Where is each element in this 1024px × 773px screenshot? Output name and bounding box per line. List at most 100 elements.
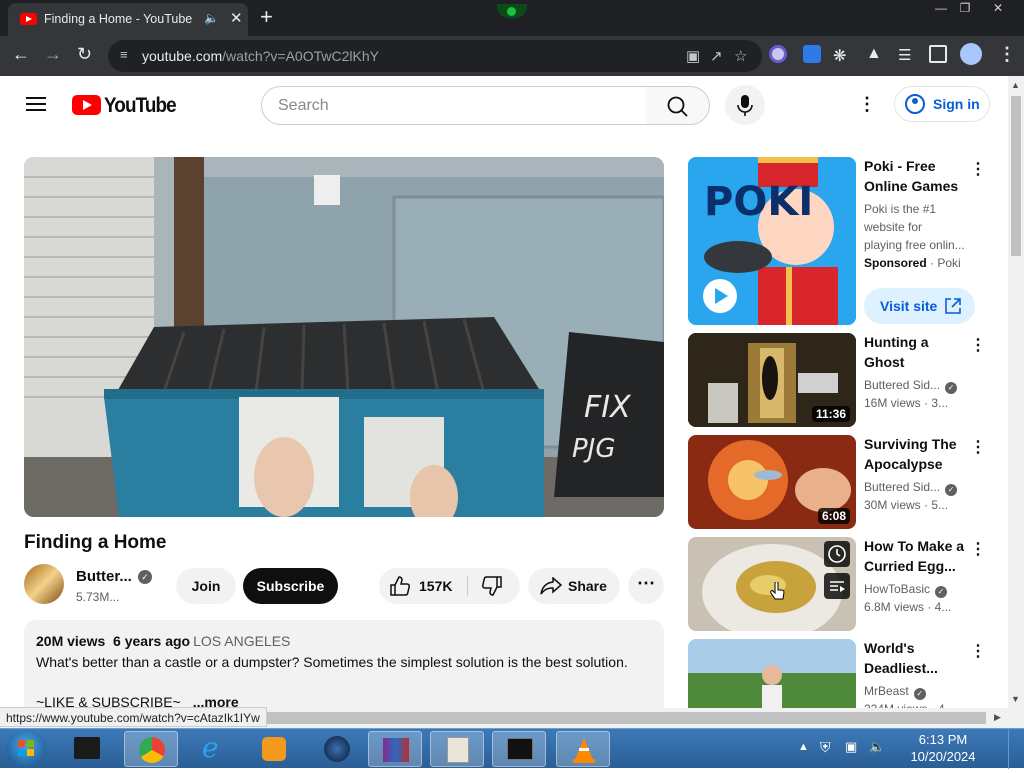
video-menu-icon[interactable]: ⋮: [970, 437, 986, 457]
video-menu-icon[interactable]: ⋮: [970, 539, 986, 559]
video-channel-2[interactable]: Buttered Sid... ✓: [864, 478, 958, 496]
video-title-3[interactable]: How To Make a Curried Egg...: [864, 536, 974, 576]
new-tab-icon[interactable]: +: [260, 4, 273, 30]
horizontal-scrollbar-thumb[interactable]: [266, 712, 986, 724]
install-app-icon[interactable]: ▣: [686, 47, 700, 65]
search-input[interactable]: [278, 95, 628, 117]
forward-icon[interactable]: →: [44, 44, 62, 65]
media-player-icon: [262, 737, 286, 761]
profile-avatar-icon[interactable]: [960, 43, 982, 65]
taskbar-vlc[interactable]: [556, 731, 610, 767]
video-thumbnail-surviving-apocalypse[interactable]: 6:08: [688, 435, 856, 529]
video-title-4[interactable]: World's Deadliest...: [864, 638, 974, 678]
scroll-down-arrow-icon[interactable]: ▼: [1011, 694, 1020, 704]
restore-button[interactable]: ❐: [950, 0, 980, 18]
hamburger-menu-icon[interactable]: [26, 97, 46, 111]
video-channel-1[interactable]: Buttered Sid... ✓: [864, 376, 958, 394]
taskbar-internet-explorer[interactable]: e: [188, 731, 242, 767]
show-desktop-button[interactable]: [1008, 729, 1024, 769]
chrome-menu-icon[interactable]: ⋮: [998, 44, 1016, 65]
visit-site-button[interactable]: Visit site: [864, 288, 975, 324]
subscribe-button[interactable]: Subscribe: [243, 568, 338, 604]
show-more-link[interactable]: ...more: [193, 694, 239, 708]
like-count[interactable]: 157K: [419, 578, 452, 594]
site-info-icon[interactable]: ≡: [120, 47, 128, 62]
side-panel-icon[interactable]: [929, 45, 947, 63]
video-title-2[interactable]: Surviving The Apocalypse: [864, 434, 974, 474]
watch-later-button[interactable]: [824, 541, 850, 567]
start-button[interactable]: [6, 730, 46, 768]
video-meta-1: 16M views · 3...: [864, 396, 949, 410]
vertical-scrollbar[interactable]: ▲ ▼: [1008, 76, 1024, 708]
channel-avatar[interactable]: [24, 564, 64, 604]
tray-volume-icon[interactable]: 🔈: [869, 739, 885, 755]
tray-expand-icon[interactable]: ▲: [798, 741, 809, 753]
dislike-thumbs-down-icon[interactable]: [481, 576, 503, 596]
taskbar-cmd[interactable]: [492, 731, 546, 767]
tab-title: Finding a Home - YouTube: [44, 12, 193, 26]
video-title-1[interactable]: Hunting a Ghost: [864, 332, 974, 372]
share-button[interactable]: Share: [528, 568, 620, 604]
join-button[interactable]: Join: [176, 568, 236, 604]
channel-name[interactable]: Butter...: [76, 568, 132, 585]
audio-playing-icon[interactable]: 🔈: [204, 11, 219, 25]
vlc-cone-icon: [573, 738, 595, 763]
share-page-icon[interactable]: ↗: [710, 47, 723, 65]
reload-icon[interactable]: ↻: [77, 44, 92, 65]
youtube-logo-text: YouTube: [104, 94, 177, 117]
youtube-favicon-icon: [20, 13, 37, 25]
tray-shield-icon[interactable]: ⛨: [820, 739, 831, 756]
video-player[interactable]: FIX PJG: [24, 157, 664, 517]
taskbar-app-1[interactable]: [60, 731, 114, 767]
taskbar-app-globe[interactable]: [310, 731, 364, 767]
taskbar-chrome[interactable]: [124, 731, 178, 767]
video-channel-3[interactable]: HowToBasic ✓: [864, 580, 948, 598]
more-actions-icon[interactable]: ⋯: [628, 568, 664, 604]
search-icon: [667, 96, 688, 117]
extensions-puzzle-icon[interactable]: ❋: [833, 46, 846, 66]
taskbar-media-player[interactable]: [248, 731, 302, 767]
ad-title[interactable]: Poki - Free Online Games: [864, 156, 974, 196]
youtube-page: YouTube ⋮ Sign in: [0, 76, 1008, 708]
taskbar-app-files[interactable]: [430, 731, 484, 767]
share-label: Share: [568, 578, 607, 594]
search-box: [261, 86, 647, 125]
scroll-up-arrow-icon[interactable]: ▲: [1011, 80, 1020, 90]
video-menu-icon[interactable]: ⋮: [970, 335, 986, 355]
voice-search-button[interactable]: [725, 85, 765, 125]
ad-sponsor-name: · Poki: [930, 256, 961, 270]
scroll-right-arrow-icon[interactable]: ▶: [994, 712, 1001, 723]
system-clock[interactable]: 6:13 PM 10/20/2024: [898, 731, 988, 765]
browser-tab[interactable]: Finding a Home - YouTube 🔈 ✕: [8, 3, 248, 36]
back-icon[interactable]: ←: [12, 44, 30, 65]
address-bar[interactable]: ≡ youtube.com/watch?v=A0OTwC2lKhY ▣ ↗ ☆: [108, 40, 762, 72]
video-thumbnail-hunting-ghost[interactable]: 11:36: [688, 333, 856, 427]
bookmark-star-icon[interactable]: ☆: [734, 47, 747, 65]
location-tag[interactable]: LOS ANGELES: [193, 633, 290, 649]
tray-network-icon[interactable]: ▣: [845, 739, 857, 755]
window-close-button[interactable]: ✕: [983, 0, 1013, 18]
taskbar-winrar[interactable]: [368, 731, 422, 767]
settings-kebab-icon[interactable]: ⋮: [858, 94, 876, 115]
ad-menu-icon[interactable]: ⋮: [970, 159, 986, 179]
extension-1-icon[interactable]: [769, 45, 787, 63]
video-thumbnail-worlds-deadliest[interactable]: [688, 639, 856, 708]
video-menu-icon[interactable]: ⋮: [970, 641, 986, 661]
extension-2-icon[interactable]: [803, 45, 821, 63]
browser-toolbar: ← → ↻ ≡ youtube.com/watch?v=A0OTwC2lKhY …: [0, 36, 1024, 76]
labs-flask-icon[interactable]: ▲: [866, 45, 882, 63]
like-thumbs-up-icon[interactable]: [389, 576, 411, 596]
add-to-queue-button[interactable]: [824, 573, 850, 599]
upload-age: 6 years ago: [113, 633, 191, 649]
scrollbar-thumb[interactable]: [1011, 96, 1021, 256]
tab-close-icon[interactable]: ✕: [230, 9, 243, 27]
description-box[interactable]: 20M views 6 years ago LOS ANGELES What's …: [24, 620, 664, 708]
search-button[interactable]: [646, 86, 710, 125]
media-controls-icon[interactable]: ☰: [898, 46, 911, 64]
channel-name-3: HowToBasic: [864, 582, 931, 596]
ad-thumbnail[interactable]: POKI: [688, 157, 856, 325]
url-path: /watch?v=A0OTwC2lKhY: [222, 48, 379, 64]
video-channel-4[interactable]: MrBeast ✓: [864, 682, 926, 700]
sign-in-button[interactable]: Sign in: [894, 86, 990, 122]
ad-sponsor-line: Sponsored · Poki: [864, 254, 961, 272]
